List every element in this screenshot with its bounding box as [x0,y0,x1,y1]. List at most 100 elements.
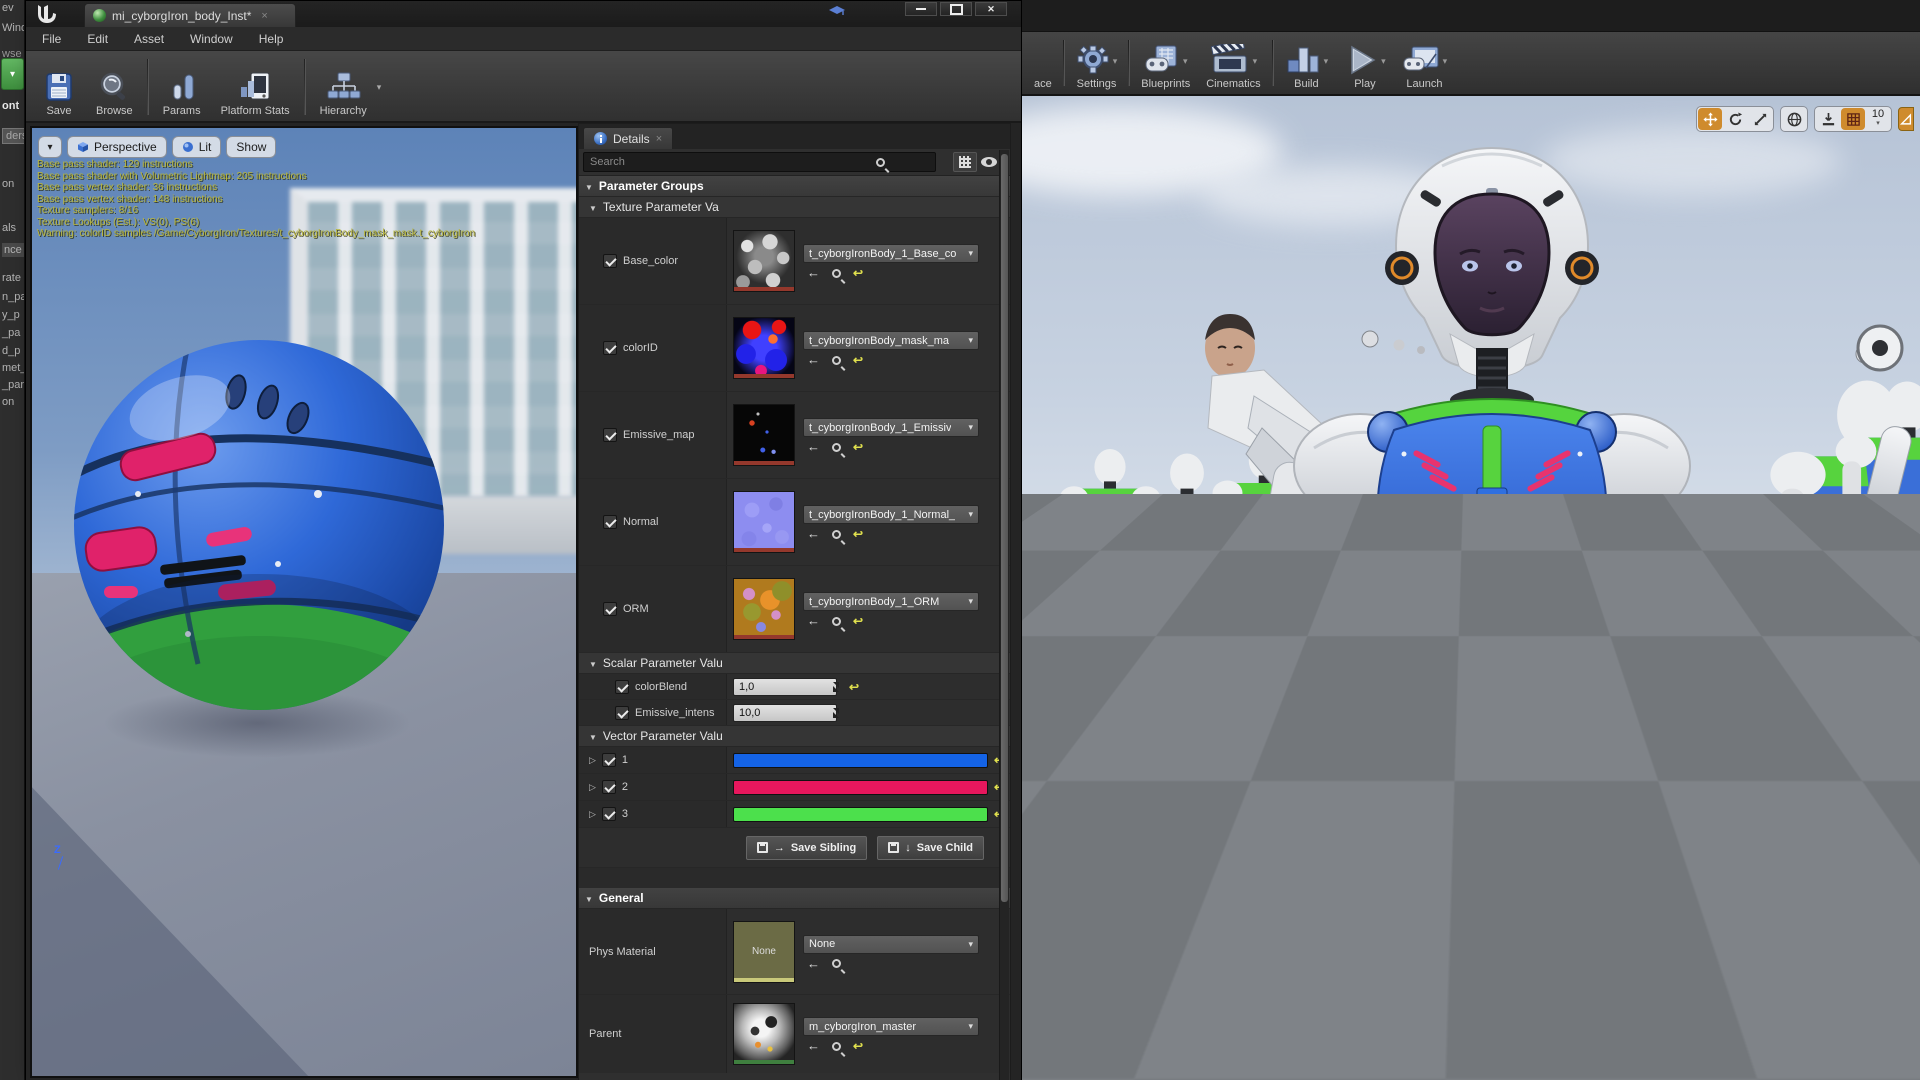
launch-button[interactable]: Launch [1394,34,1456,92]
scrollbar-thumb[interactable] [1001,154,1008,902]
level-viewport[interactable]: 10 [1022,96,1920,1080]
grid-snap-button[interactable] [1841,108,1865,130]
details-scrollbar[interactable] [999,150,1009,1080]
color-swatch[interactable] [733,806,988,822]
color-swatch[interactable] [733,752,988,768]
viewport-options-button[interactable] [38,136,62,158]
build-button[interactable]: Build [1277,34,1337,92]
texture-thumbnail[interactable] [733,491,795,553]
chevron-down-icon[interactable] [1113,56,1118,67]
blueprints-button[interactable]: Blueprints [1133,34,1198,92]
override-checkbox[interactable] [603,515,617,529]
menu-edit[interactable]: Edit [87,32,108,46]
expander-icon[interactable] [589,781,596,793]
reset-to-default-icon[interactable] [853,442,863,452]
browse-to-asset-icon[interactable] [832,442,841,452]
expander-icon[interactable] [589,754,596,766]
section-texture-parameters[interactable]: Texture Parameter Va [579,197,1010,218]
details-tab[interactable]: Details [583,127,674,149]
params-button[interactable]: Params [153,55,211,119]
parent-material-thumbnail[interactable] [733,1003,795,1065]
surface-snap-button[interactable] [1816,108,1840,130]
reset-to-default-icon[interactable] [853,268,863,278]
material-preview-viewport[interactable]: Perspective Lit Show Base pass shader: 1… [30,126,578,1078]
asset-dropdown[interactable]: t_cyborgIronBody_1_Emissiv [803,418,979,437]
override-checkbox[interactable] [603,341,617,355]
browse-to-asset-icon[interactable] [832,268,841,278]
texture-thumbnail[interactable] [733,578,795,640]
chevron-down-icon[interactable]: ▾ [377,82,382,93]
drag-slider-icon[interactable] [831,680,841,694]
asset-dropdown[interactable]: t_cyborgIronBody_1_Normal_ [803,505,979,524]
preview-sphere[interactable] [68,334,450,716]
override-checkbox[interactable] [603,428,617,442]
tutorial-icon[interactable] [828,5,846,19]
browse-to-asset-icon[interactable] [832,959,841,968]
section-parameter-groups[interactable]: Parameter Groups [579,176,1010,197]
asset-dropdown[interactable]: t_cyborgIronBody_mask_ma [803,331,979,350]
play-button[interactable]: Play [1336,34,1394,92]
settings-button[interactable]: Settings [1068,34,1126,92]
use-selected-icon[interactable] [807,616,820,626]
override-checkbox[interactable] [603,602,617,616]
override-checkbox[interactable] [615,679,629,694]
texture-thumbnail[interactable] [733,230,795,292]
chevron-down-icon[interactable] [1183,56,1188,67]
left-edge-part[interactable] [1022,670,1054,726]
scale-tool-button[interactable] [1748,108,1772,130]
browse-to-asset-icon[interactable] [832,529,841,539]
menu-file[interactable]: File [42,32,61,46]
section-scalar-parameters[interactable]: Scalar Parameter Valu [579,653,1010,674]
use-selected-icon[interactable] [807,442,820,452]
add-new-button-partial[interactable] [1,58,24,90]
maximize-button[interactable] [940,2,972,16]
world-space-button[interactable] [1782,108,1806,130]
override-checkbox[interactable] [601,807,616,821]
menu-help[interactable]: Help [259,32,284,46]
color-swatch[interactable] [733,779,988,795]
save-button[interactable]: Save [32,55,86,119]
tab-close-icon[interactable] [261,10,267,22]
browse-to-asset-icon[interactable] [832,616,841,626]
central-robot[interactable] [1260,146,1725,1080]
texture-thumbnail[interactable] [733,404,795,466]
close-button[interactable] [975,2,1007,16]
menu-asset[interactable]: Asset [134,32,164,46]
reset-to-default-icon[interactable] [853,1041,863,1051]
window-titlebar[interactable]: mi_cyborgIron_body_Inst* [26,1,1021,27]
save-child-button[interactable]: Save Child [877,835,984,860]
cinematics-button[interactable]: Cinematics [1198,34,1268,92]
move-tool-button[interactable] [1698,108,1722,130]
asset-tab[interactable]: mi_cyborgIron_body_Inst* [84,3,296,27]
display-filter-button[interactable] [953,152,978,172]
section-general[interactable]: General [579,888,1010,909]
parent-material-dropdown[interactable]: m_cyborgIron_master [803,1017,979,1036]
reset-to-default-icon[interactable] [853,529,863,539]
toolbar-marketplace-partial[interactable]: ace [1026,34,1060,92]
lit-button[interactable]: Lit [171,136,222,158]
reset-to-default-icon[interactable] [853,616,863,626]
use-selected-icon[interactable] [807,959,820,969]
browse-to-asset-icon[interactable] [832,1041,841,1051]
save-sibling-button[interactable]: Save Sibling [745,835,868,860]
override-checkbox[interactable] [601,753,616,767]
grid-snap-value[interactable]: 10 [1866,108,1890,130]
use-selected-icon[interactable] [807,268,820,278]
tab-close-icon[interactable] [656,133,662,145]
override-checkbox[interactable] [603,254,617,268]
phys-material-thumbnail[interactable]: None [733,920,795,983]
chevron-down-icon[interactable] [1253,56,1258,67]
asset-dropdown[interactable]: t_cyborgIronBody_1_ORM [803,592,979,611]
minimize-button[interactable] [905,2,937,16]
override-checkbox[interactable] [615,705,629,720]
phys-material-dropdown[interactable]: None [803,934,979,954]
menu-window[interactable]: Window [190,32,233,46]
rotation-snap-button-partial[interactable] [1898,107,1914,131]
asset-dropdown[interactable]: t_cyborgIronBody_1_Base_co [803,244,979,263]
browse-to-asset-icon[interactable] [832,355,841,365]
reset-to-default-icon[interactable] [853,355,863,365]
chevron-down-icon[interactable] [1381,56,1386,67]
chevron-down-icon[interactable] [1324,56,1329,67]
texture-thumbnail[interactable] [733,317,795,379]
scalar-value-input[interactable] [733,703,837,722]
